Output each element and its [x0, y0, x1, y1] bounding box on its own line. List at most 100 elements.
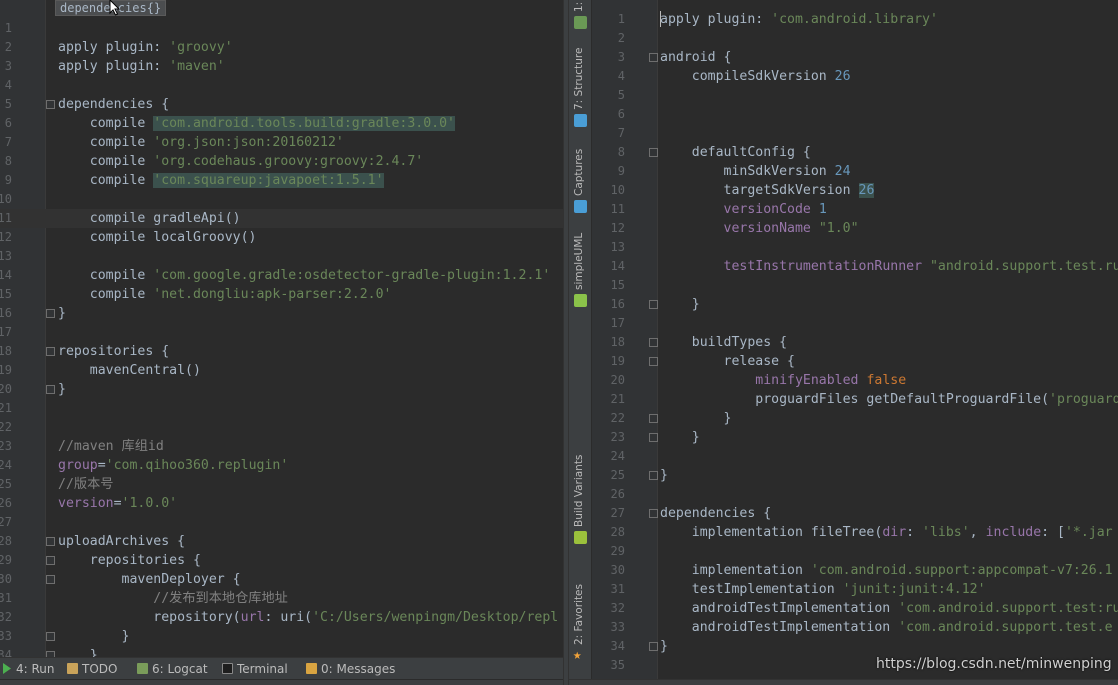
code-line[interactable]: 30 mavenDeployer {	[0, 570, 563, 589]
code-text[interactable]: compile 'org.codehaus.groovy:groovy:2.4.…	[58, 152, 423, 171]
code-text[interactable]: buildTypes {	[660, 333, 787, 352]
code-text[interactable]: targetSdkVersion 26	[660, 181, 875, 200]
fold-marker-icon[interactable]	[649, 338, 658, 347]
code-text[interactable]: implementation fileTree(dir: 'libs', inc…	[660, 523, 1113, 542]
code-text[interactable]: versionCode 1	[660, 200, 827, 219]
fold-marker-icon[interactable]	[46, 100, 55, 109]
fold-marker-icon[interactable]	[649, 642, 658, 651]
code-text[interactable]: release {	[660, 352, 795, 371]
code-text[interactable]: dependencies {	[58, 95, 169, 114]
code-text[interactable]: mavenDeployer {	[58, 570, 241, 589]
code-line[interactable]: 6	[569, 105, 1118, 124]
code-line[interactable]: 24	[569, 447, 1118, 466]
code-text[interactable]: defaultConfig {	[660, 143, 811, 162]
code-line[interactable]: 20}	[0, 380, 563, 399]
code-text[interactable]: mavenCentral()	[58, 361, 201, 380]
fold-marker-icon[interactable]	[46, 632, 55, 641]
code-text[interactable]: testInstrumentationRunner "android.suppo…	[660, 257, 1118, 276]
code-line[interactable]: 3 android {	[569, 48, 1118, 67]
code-line[interactable]: 2 apply plugin: 'groovy'	[0, 38, 563, 57]
code-text[interactable]: minSdkVersion 24	[660, 162, 851, 181]
code-line[interactable]: 5	[569, 86, 1118, 105]
code-line[interactable]: 23 //maven 库组id	[0, 437, 563, 456]
code-line[interactable]: 3 apply plugin: 'maven'	[0, 57, 563, 76]
code-text[interactable]: repositories {	[58, 551, 201, 570]
code-line[interactable]: 18 repositories {	[0, 342, 563, 361]
code-line[interactable]: 25 //版本号	[0, 475, 563, 494]
code-line[interactable]: 1 apply plugin: 'com.android.library'	[569, 10, 1118, 29]
code-line[interactable]: 8 compile 'org.codehaus.groovy:groovy:2.…	[0, 152, 563, 171]
fold-marker-icon[interactable]	[649, 509, 658, 518]
code-text[interactable]: }	[660, 409, 732, 428]
code-text[interactable]: compileSdkVersion 26	[660, 67, 851, 86]
code-text[interactable]: //maven 库组id	[58, 437, 164, 456]
code-text[interactable]: }	[660, 466, 668, 485]
code-text[interactable]: testImplementation 'junit:junit:4.12'	[660, 580, 986, 599]
right-editor[interactable]: 1 apply plugin: 'com.android.library' 2 3 an…	[569, 0, 1118, 685]
fold-marker-icon[interactable]	[649, 433, 658, 442]
code-text[interactable]: repositories {	[58, 342, 169, 361]
code-text[interactable]: compile 'net.dongliu:apk-parser:2.2.0'	[58, 285, 392, 304]
code-line[interactable]: 20 minifyEnabled false	[569, 371, 1118, 390]
code-line[interactable]: 31 testImplementation 'junit:junit:4.12'	[569, 580, 1118, 599]
code-line[interactable]: 14 compile 'com.google.gradle:osdetector…	[0, 266, 563, 285]
code-line[interactable]: 7	[569, 124, 1118, 143]
code-line[interactable]: 9 compile 'com.squareup:javapoet:1.5.1'	[0, 171, 563, 190]
code-line[interactable]: 24 group='com.qihoo360.replugin'	[0, 456, 563, 475]
code-text[interactable]: apply plugin: 'groovy'	[58, 38, 233, 57]
code-line[interactable]: 17	[569, 314, 1118, 333]
code-text[interactable]: compile gradleApi()	[58, 209, 241, 228]
code-line[interactable]: 13	[569, 238, 1118, 257]
code-line[interactable]: 32 repository(url: uri('C:/Users/wenping…	[0, 608, 563, 627]
code-line[interactable]: 17	[0, 323, 563, 342]
code-line[interactable]: 22 }	[569, 409, 1118, 428]
code-line[interactable]: 26 version='1.0.0'	[0, 494, 563, 513]
code-line[interactable]: 18 buildTypes {	[569, 333, 1118, 352]
fold-marker-icon[interactable]	[649, 148, 658, 157]
code-text[interactable]: version='1.0.0'	[58, 494, 177, 513]
code-line[interactable]: 1	[0, 19, 563, 38]
code-text[interactable]: compile localGroovy()	[58, 228, 257, 247]
code-line[interactable]: 28 uploadArchives {	[0, 532, 563, 551]
code-line[interactable]: 11 versionCode 1	[569, 200, 1118, 219]
code-line[interactable]: 27 dependencies {	[569, 504, 1118, 523]
code-line[interactable]: 14 testInstrumentationRunner "android.su…	[569, 257, 1118, 276]
left-editor[interactable]: 1 2 apply plugin: 'groovy' 3 apply plugin: '…	[0, 0, 563, 685]
code-line[interactable]: 16 }	[569, 295, 1118, 314]
fold-marker-icon[interactable]	[649, 414, 658, 423]
code-line[interactable]: 23 }	[569, 428, 1118, 447]
code-line[interactable]: 30 implementation 'com.android.support:a…	[569, 561, 1118, 580]
code-text[interactable]: }	[660, 637, 668, 656]
fold-marker-icon[interactable]	[46, 309, 55, 318]
code-text[interactable]: versionName "1.0"	[660, 219, 859, 238]
fold-marker-icon[interactable]	[46, 347, 55, 356]
fold-marker-icon[interactable]	[46, 575, 55, 584]
code-line[interactable]: 21 proguardFiles getDefaultProguardFile(…	[569, 390, 1118, 409]
code-line[interactable]: 10	[0, 190, 563, 209]
todo-tab[interactable]: TODO	[67, 661, 117, 677]
code-text[interactable]: compile 'org.json:json:20160212'	[58, 133, 344, 152]
fold-marker-icon[interactable]	[649, 53, 658, 62]
code-line[interactable]: 25}	[569, 466, 1118, 485]
code-text[interactable]: androidTestImplementation 'com.android.s…	[660, 618, 1113, 637]
code-line[interactable]: 9 minSdkVersion 24	[569, 162, 1118, 181]
code-line[interactable]: 29 repositories {	[0, 551, 563, 570]
code-line[interactable]: 7 compile 'org.json:json:20160212'	[0, 133, 563, 152]
code-line[interactable]: 10 targetSdkVersion 26	[569, 181, 1118, 200]
logcat-tab[interactable]: 6: Logcat	[137, 661, 208, 677]
code-text[interactable]: proguardFiles getDefaultProguardFile('pr…	[660, 390, 1118, 409]
code-text[interactable]: uploadArchives {	[58, 532, 185, 551]
code-line[interactable]: 33 androidTestImplementation 'com.androi…	[569, 618, 1118, 637]
code-text[interactable]: apply plugin: 'maven'	[58, 57, 225, 76]
code-line[interactable]: 16}	[0, 304, 563, 323]
code-text[interactable]: }	[58, 304, 66, 323]
code-text[interactable]: implementation 'com.android.support:appc…	[660, 561, 1113, 580]
messages-tab[interactable]: 0: Messages	[306, 661, 395, 677]
code-text[interactable]: //发布到本地仓库地址	[58, 589, 288, 608]
code-line[interactable]: 12 compile localGroovy()	[0, 228, 563, 247]
code-line[interactable]: 2	[569, 29, 1118, 48]
code-line[interactable]: 27	[0, 513, 563, 532]
code-line[interactable]: 19 release {	[569, 352, 1118, 371]
fold-marker-icon[interactable]	[649, 471, 658, 480]
code-text[interactable]: androidTestImplementation 'com.android.s…	[660, 599, 1118, 618]
